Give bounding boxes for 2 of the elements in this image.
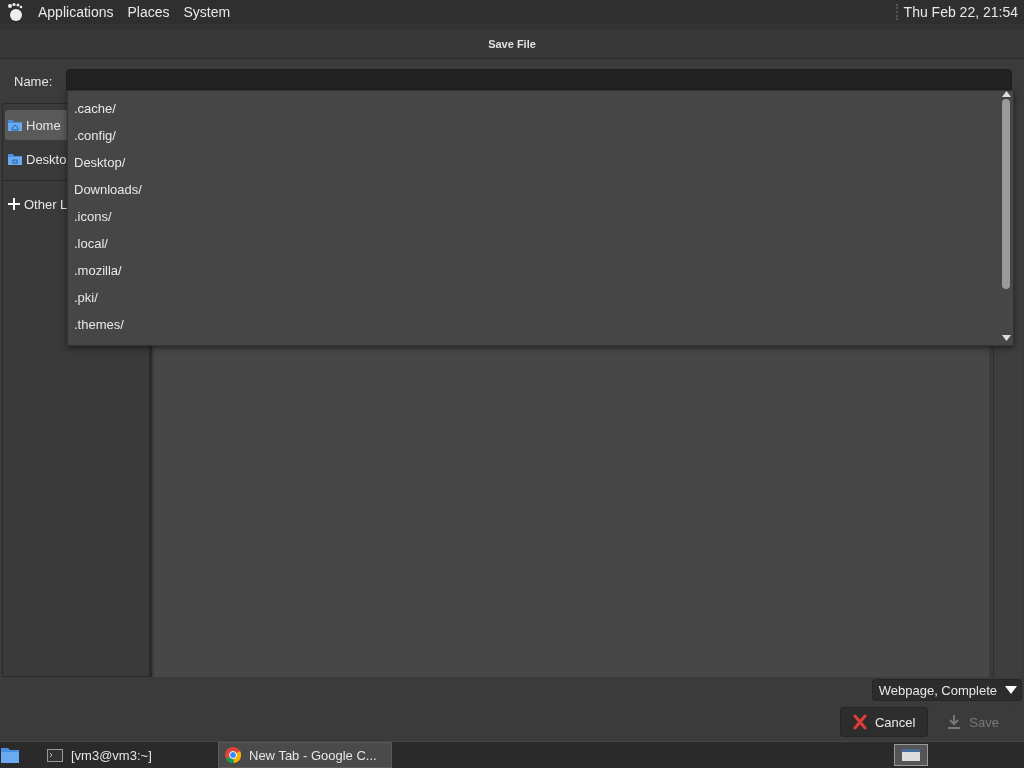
dialog-title: Save File — [488, 38, 536, 50]
name-label: Name: — [14, 73, 53, 89]
